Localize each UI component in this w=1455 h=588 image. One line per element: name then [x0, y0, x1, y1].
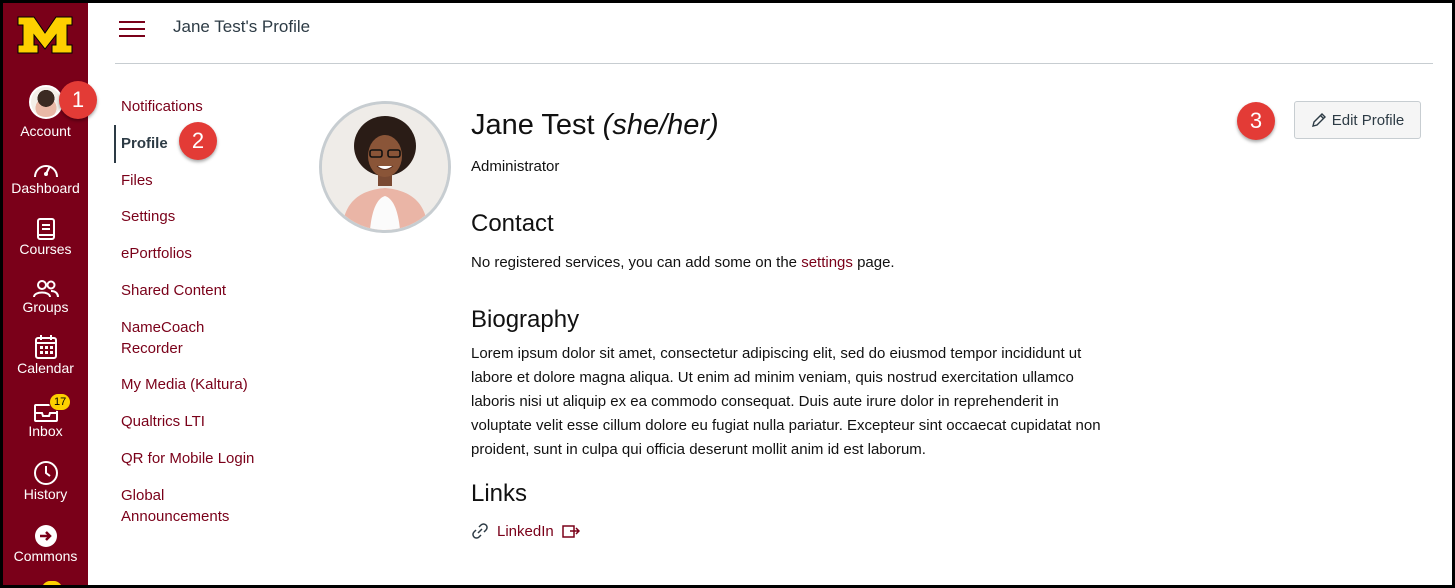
account-avatar [28, 85, 63, 119]
groups-icon [32, 280, 59, 298]
profile-name-text: Jane Test [471, 109, 595, 141]
links-heading: Links [471, 480, 528, 507]
nav-groups[interactable]: Groups [3, 279, 88, 315]
biography-line: Lorem ipsum dolor sit amet, consectetur … [471, 345, 1082, 362]
dashboard-icon [33, 165, 58, 178]
university-logo[interactable] [14, 15, 76, 55]
nav-history-label: History [23, 486, 68, 502]
nav-calendar-label: Calendar [17, 360, 74, 376]
biography-line: voluptate velit esse cillum dolore eu fu… [471, 417, 1101, 434]
section-nav-shared-content[interactable]: Shared Content [121, 280, 226, 301]
linkedin-link[interactable]: LinkedIn [497, 523, 554, 540]
nav-inbox[interactable]: Inbox [3, 399, 88, 439]
clock-icon [33, 461, 58, 485]
calendar-icon [34, 335, 57, 359]
biography-heading: Biography [471, 306, 580, 333]
active-indicator [114, 125, 116, 163]
page-title: Jane Test's Profile [173, 17, 311, 36]
edit-profile-label: Edit Profile [1331, 111, 1405, 129]
biography-text: Lorem ipsum dolor sit amet, consectetur … [471, 342, 1151, 462]
menu-toggle-button[interactable] [119, 19, 145, 39]
section-nav-profile[interactable]: Profile [121, 133, 168, 154]
profile-photo [322, 104, 448, 230]
nav-groups-label: Groups [22, 299, 69, 315]
section-nav-my-media[interactable]: My Media (Kaltura) [121, 374, 248, 395]
cut-off-badge [41, 580, 63, 585]
profile-pronouns: (she/her) [602, 109, 719, 141]
contact-text-before: No registered services, you can add some… [471, 254, 798, 271]
edit-profile-button[interactable]: Edit Profile [1294, 101, 1421, 139]
contact-text-after: page. [857, 254, 895, 271]
profile-role: Administrator [471, 158, 560, 175]
inbox-unread-badge: 17 [49, 393, 72, 411]
section-nav-qualtrics[interactable]: Qualtrics LTI [121, 411, 205, 432]
nav-courses[interactable]: Courses [3, 217, 88, 257]
nav-dashboard-label: Dashboard [11, 180, 80, 196]
biography-line: proident, sunt in culpa qui officia dese… [471, 441, 926, 458]
section-nav-files[interactable]: Files [121, 170, 153, 191]
nav-calendar[interactable]: Calendar [3, 334, 88, 376]
section-nav-global-announcements[interactable]: Global [121, 485, 164, 506]
callout-marker-2: 2 [179, 122, 217, 160]
book-icon [36, 218, 55, 240]
section-nav-qr-login[interactable]: QR for Mobile Login [121, 448, 254, 469]
profile-avatar [319, 101, 451, 233]
link-icon [472, 523, 488, 539]
app-window: Account Dashboard Courses Groups Calenda… [0, 0, 1455, 588]
contact-text: No registered services, you can add some… [471, 251, 895, 275]
nav-history[interactable]: History [3, 460, 88, 502]
contact-heading: Contact [471, 210, 554, 237]
callout-marker-1: 1 [59, 81, 97, 119]
external-link-icon [561, 525, 580, 538]
nav-account-label: Account [20, 123, 71, 139]
nav-courses-label: Courses [19, 241, 72, 257]
section-nav-global-announcements-line2[interactable]: Announcements [121, 506, 229, 527]
section-nav-namecoach-line2[interactable]: Recorder [121, 338, 183, 359]
nav-commons[interactable]: Commons [3, 524, 88, 564]
biography-line: laboris nisi ut aliquip ex ea commodo co… [471, 393, 1059, 410]
section-nav-eportfolios[interactable]: ePortfolios [121, 243, 192, 264]
settings-link[interactable]: settings [801, 254, 853, 271]
biography-line: labore et dolore magna aliqua. Ut enim a… [471, 369, 1074, 386]
pencil-icon [1311, 113, 1326, 127]
header-divider [115, 63, 1433, 64]
nav-inbox-label: Inbox [28, 423, 63, 439]
profile-name: Jane Test (she/her) [471, 109, 719, 142]
section-nav-notifications[interactable]: Notifications [121, 96, 203, 117]
callout-marker-3: 3 [1237, 102, 1275, 140]
section-nav-namecoach[interactable]: NameCoach [121, 317, 204, 338]
nav-commons-label: Commons [13, 548, 78, 564]
nav-dashboard[interactable]: Dashboard [3, 158, 88, 196]
commons-icon [34, 525, 57, 547]
link-item: LinkedIn [471, 522, 580, 540]
section-nav-settings[interactable]: Settings [121, 206, 175, 227]
